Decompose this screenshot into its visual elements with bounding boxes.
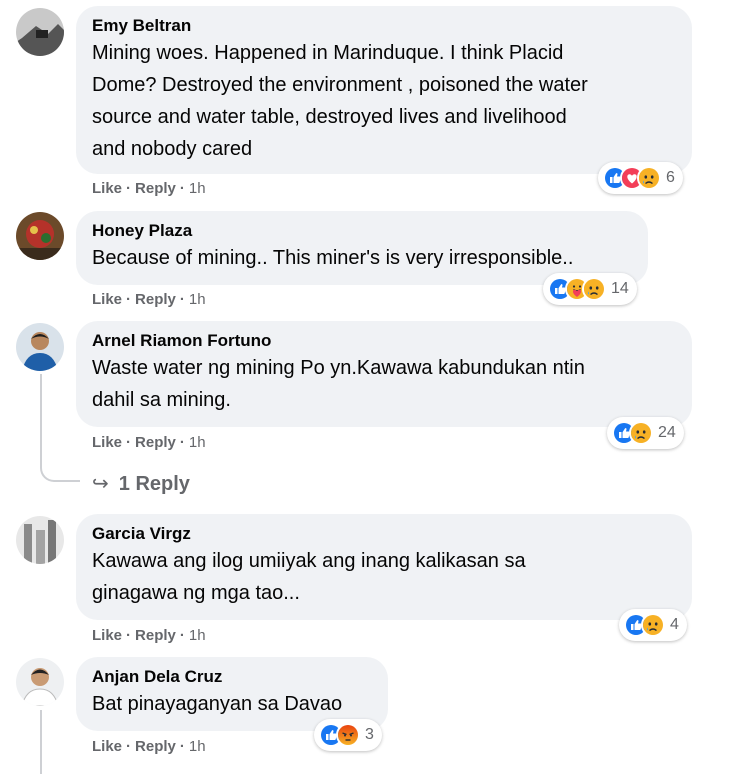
like-button[interactable]: Like — [92, 180, 122, 197]
reaction-summary[interactable]: 6 — [598, 162, 683, 194]
reaction-count: 24 — [658, 424, 676, 441]
reaction-count: 14 — [611, 280, 629, 297]
reply-button[interactable]: Reply — [135, 738, 176, 755]
comment-text-line: Kawawa ang ilog umiiyak ang inang kalika… — [92, 550, 526, 572]
separator-dot: · — [126, 627, 132, 644]
reaction-summary[interactable]: 24 — [607, 417, 684, 449]
like-button[interactable]: Like — [92, 627, 122, 644]
separator-dot: · — [179, 291, 185, 308]
view-replies-label: 1 Reply — [118, 473, 190, 495]
reply-arrow-icon: ↪ — [92, 473, 109, 495]
avatar[interactable] — [16, 658, 64, 706]
comment-text-line: and nobody cared — [92, 138, 253, 160]
author-name[interactable]: Garcia Virgz — [92, 523, 676, 545]
reply-button[interactable]: Reply — [135, 180, 176, 197]
reply-button[interactable]: Reply — [135, 291, 176, 308]
timestamp[interactable]: 1h — [189, 434, 206, 451]
author-name[interactable]: Emy Beltran — [92, 15, 676, 37]
sad-icon — [641, 613, 665, 637]
reaction-summary[interactable]: 3 — [314, 719, 382, 751]
comment-text-line: Bat pinayaganyan sa Davao — [92, 693, 343, 715]
thread-line — [40, 374, 42, 462]
sad-icon — [629, 421, 653, 445]
avatar[interactable] — [16, 8, 64, 56]
reaction-summary[interactable]: 14 — [543, 273, 637, 305]
comment-text-line: Because of mining.. This miner's is very… — [92, 247, 574, 269]
comment-actions: Like · Reply · 1h — [92, 738, 206, 756]
comment-actions: Like · Reply · 1h — [92, 627, 206, 645]
reaction-count: 6 — [666, 169, 675, 186]
reaction-summary[interactable]: 4 — [619, 609, 687, 641]
separator-dot: · — [126, 180, 132, 197]
sad-icon — [582, 277, 606, 301]
angry-icon — [336, 723, 360, 747]
like-button[interactable]: Like — [92, 738, 122, 755]
timestamp[interactable]: 1h — [189, 180, 206, 197]
comment-text-line: Waste water ng mining Po yn.Kawawa kabun… — [92, 357, 585, 379]
separator-dot: · — [126, 434, 132, 451]
thread-line — [40, 710, 42, 774]
avatar[interactable] — [16, 212, 64, 260]
comment-bubble: Arnel Riamon Fortuno Waste water ng mini… — [76, 321, 692, 427]
thread-connector — [40, 460, 80, 482]
avatar[interactable] — [16, 323, 64, 371]
comment-actions: Like · Reply · 1h — [92, 291, 206, 309]
separator-dot: · — [126, 738, 132, 755]
separator-dot: · — [179, 627, 185, 644]
reply-button[interactable]: Reply — [135, 627, 176, 644]
comment-text-line: dahil sa mining. — [92, 389, 231, 411]
comment-actions: Like · Reply · 1h — [92, 434, 206, 452]
like-button[interactable]: Like — [92, 291, 122, 308]
timestamp[interactable]: 1h — [189, 291, 206, 308]
avatar[interactable] — [16, 516, 64, 564]
separator-dot: · — [126, 291, 132, 308]
like-button[interactable]: Like — [92, 434, 122, 451]
separator-dot: · — [179, 738, 185, 755]
author-name[interactable]: Anjan Dela Cruz — [92, 666, 372, 688]
comment-text-line: Dome? Destroyed the environment , poison… — [92, 74, 588, 96]
reply-button[interactable]: Reply — [135, 434, 176, 451]
comment-text-line: source and water table, destroyed lives … — [92, 106, 567, 128]
comment-bubble: Garcia Virgz Kawawa ang ilog umiiyak ang… — [76, 514, 692, 620]
sad-icon — [637, 166, 661, 190]
view-replies-link[interactable]: ↪ 1 Reply — [92, 470, 190, 498]
reaction-count: 3 — [365, 726, 374, 743]
comment-text-line: ginagawa ng mga tao... — [92, 582, 300, 604]
comment-actions: Like · Reply · 1h — [92, 180, 206, 198]
comment-bubble: Emy Beltran Mining woes. Happened in Mar… — [76, 6, 692, 174]
timestamp[interactable]: 1h — [189, 738, 206, 755]
reaction-count: 4 — [670, 616, 679, 633]
timestamp[interactable]: 1h — [189, 627, 206, 644]
author-name[interactable]: Arnel Riamon Fortuno — [92, 330, 676, 352]
separator-dot: · — [179, 434, 185, 451]
author-name[interactable]: Honey Plaza — [92, 220, 632, 242]
separator-dot: · — [179, 180, 185, 197]
comment-text-line: Mining woes. Happened in Marinduque. I t… — [92, 42, 564, 64]
